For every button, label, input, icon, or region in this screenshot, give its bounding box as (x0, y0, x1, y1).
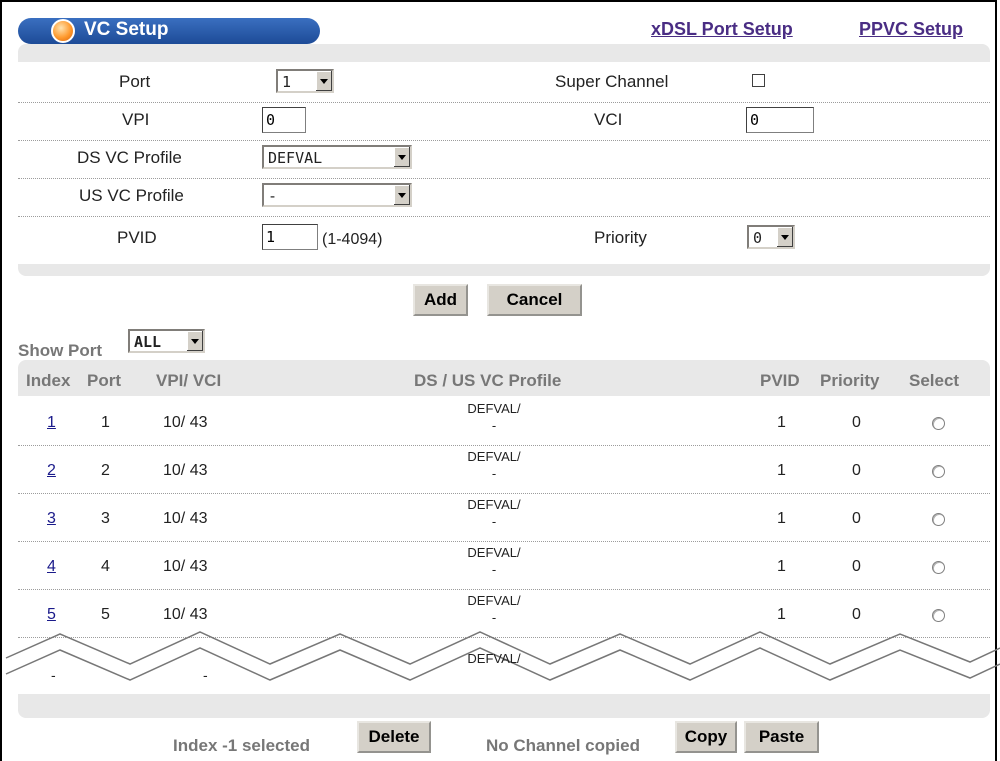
row-index-link[interactable]: 5 (47, 606, 56, 624)
ds-vc-profile-label: DS VC Profile (77, 148, 182, 167)
ppvc-setup-link[interactable]: PPVC Setup (859, 19, 963, 40)
divider (18, 216, 990, 217)
super-channel-label: Super Channel (555, 72, 669, 91)
row-pvid: 1 (777, 510, 786, 527)
chevron-down-icon (776, 227, 793, 247)
row-divider (18, 445, 990, 446)
cut-row-profile: DEFVAL/ (467, 651, 521, 664)
orb-icon (51, 19, 75, 43)
vpi-label: VPI (122, 110, 150, 129)
us-vc-profile-value: - (268, 187, 278, 205)
no-channel-status: No Channel copied (486, 736, 640, 755)
delete-button[interactable]: Delete (357, 721, 431, 753)
row-ds-profile: DEFVAL/ (467, 593, 521, 608)
chevron-down-icon (186, 331, 203, 351)
row-index-link[interactable]: 4 (47, 558, 56, 576)
row-ds-profile: DEFVAL/ (467, 401, 521, 416)
row-priority: 0 (852, 558, 861, 575)
header-profile: DS / US VC Profile (414, 371, 562, 390)
row-index-link[interactable]: 1 (47, 414, 56, 432)
vci-input[interactable] (746, 107, 814, 133)
header-index: Index (26, 371, 71, 390)
xdsl-port-setup-link[interactable]: xDSL Port Setup (651, 19, 793, 40)
row-pvid: 1 (777, 606, 786, 623)
row-priority: 0 (852, 606, 861, 623)
add-button[interactable]: Add (413, 284, 468, 316)
priority-select[interactable]: 0 (747, 225, 795, 249)
header-select: Select (909, 371, 960, 390)
row-vpi-vci: 10/ 43 (163, 558, 208, 575)
row-ds-profile: DEFVAL/ (467, 497, 521, 512)
row-select-radio[interactable] (932, 417, 945, 430)
row-pvid: 1 (777, 414, 786, 431)
row-pvid: 1 (777, 558, 786, 575)
page-title-bar: VC Setup (18, 18, 320, 44)
chevron-down-icon (315, 71, 332, 91)
us-vc-profile-label: US VC Profile (79, 186, 184, 205)
cancel-button[interactable]: Cancel (487, 284, 582, 316)
row-priority: 0 (852, 462, 861, 479)
port-label: Port (119, 72, 151, 91)
page-title: VC Setup (84, 19, 169, 40)
port-select[interactable]: 1 (276, 69, 334, 93)
paste-button[interactable]: Paste (744, 721, 819, 753)
chevron-down-icon (393, 185, 410, 205)
vpi-input[interactable] (262, 107, 306, 133)
show-port-label: Show Port (18, 341, 103, 360)
header-vpi-vci: VPI/ VCI (156, 371, 222, 390)
row-us-profile: - (491, 562, 497, 577)
us-vc-profile-select[interactable]: - (262, 183, 412, 207)
ds-vc-profile-select[interactable]: DEFVAL (262, 145, 412, 169)
row-select-radio[interactable] (932, 561, 945, 574)
header-priority: Priority (820, 371, 880, 390)
show-port-value: ALL (134, 333, 162, 351)
chevron-down-icon (393, 147, 410, 167)
row-port: 3 (101, 510, 110, 527)
row-select-radio[interactable] (932, 465, 945, 478)
row-index-link[interactable]: 3 (47, 510, 56, 528)
row-ds-profile: DEFVAL/ (467, 449, 521, 464)
vci-label: VCI (594, 110, 623, 129)
row-vpi-vci: 10/ 43 (163, 606, 208, 623)
priority-label: Priority (594, 228, 647, 247)
pvid-input[interactable] (262, 224, 318, 250)
super-channel-checkbox[interactable] (752, 74, 765, 87)
row-pvid: 1 (777, 462, 786, 479)
index-selected-status: Index -1 selected (173, 736, 311, 755)
row-priority: 0 (852, 510, 861, 527)
divider (18, 178, 990, 179)
row-port: 2 (101, 462, 110, 479)
row-vpi-vci: 10/ 43 (163, 510, 208, 527)
copy-button[interactable]: Copy (675, 721, 737, 753)
row-vpi-vci: 10/ 43 (163, 414, 208, 431)
row-divider (18, 541, 990, 542)
row-priority: 0 (852, 414, 861, 431)
header-pvid: PVID (760, 371, 800, 390)
divider (18, 140, 990, 141)
row-index-link[interactable]: 2 (47, 462, 56, 480)
row-port: 5 (101, 606, 110, 623)
row-divider (18, 493, 990, 494)
row-us-profile: - (491, 514, 497, 529)
show-port-select[interactable]: ALL (128, 329, 205, 353)
port-select-value: 1 (282, 73, 292, 91)
ds-vc-profile-value: DEFVAL (268, 149, 323, 167)
cut-row-port: - (203, 667, 208, 683)
priority-select-value: 0 (753, 229, 763, 247)
row-ds-profile: DEFVAL/ (467, 545, 521, 560)
row-divider (18, 589, 990, 590)
row-port: 1 (101, 414, 110, 431)
header-port: Port (87, 371, 121, 390)
row-us-profile: - (491, 610, 497, 625)
row-port: 4 (101, 558, 110, 575)
pvid-label: PVID (117, 228, 157, 247)
row-us-profile: - (491, 466, 497, 481)
row-select-radio[interactable] (932, 609, 945, 622)
pvid-range: (1-4094) (322, 231, 383, 248)
row-us-profile: - (491, 418, 497, 433)
divider (18, 102, 990, 103)
row-vpi-vci: 10/ 43 (163, 462, 208, 479)
row-select-radio[interactable] (932, 513, 945, 526)
cut-row-index: - (51, 667, 56, 683)
